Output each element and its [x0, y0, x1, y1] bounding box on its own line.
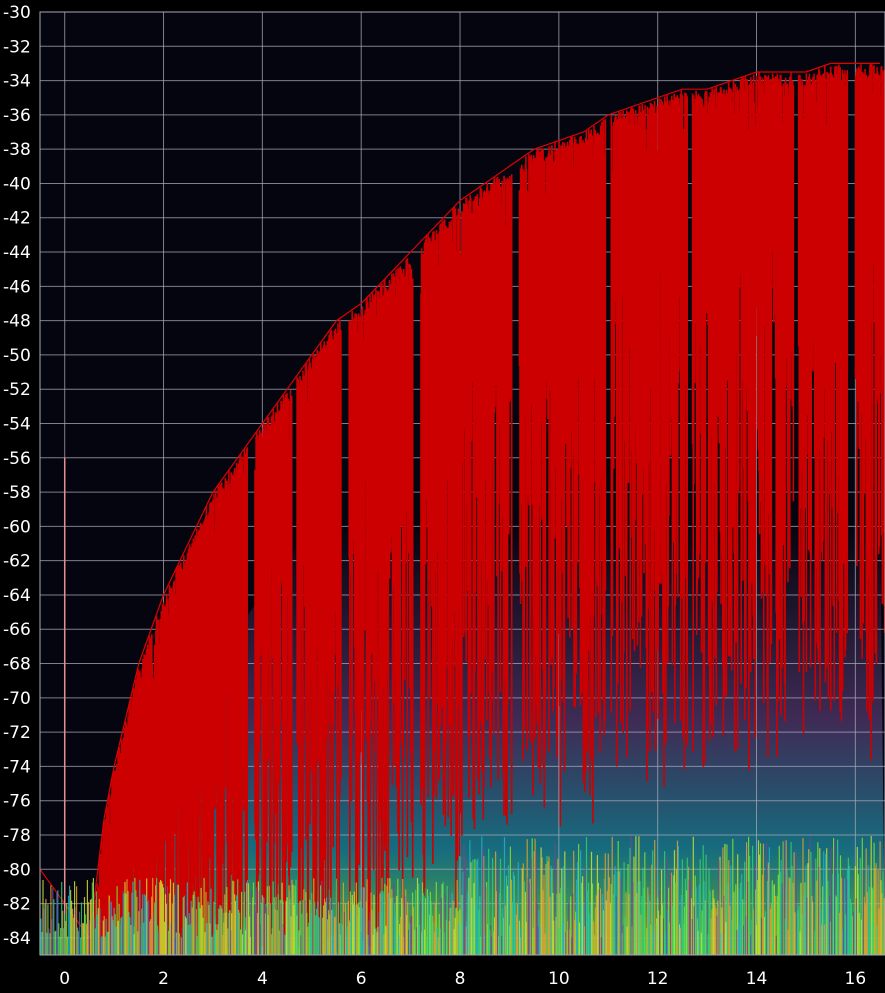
- x-tick-label: 2: [158, 969, 169, 989]
- y-tick-label: -82: [3, 895, 31, 915]
- y-tick-label: -60: [3, 517, 31, 537]
- y-tick-label: -50: [3, 346, 31, 366]
- y-tick-label: -78: [3, 826, 31, 846]
- x-tick-label: 8: [455, 969, 466, 989]
- y-tick-label: -30: [3, 3, 31, 23]
- y-tick-label: -46: [3, 277, 31, 297]
- y-tick-label: -34: [3, 72, 31, 92]
- y-tick-label: -74: [3, 757, 31, 777]
- y-tick-label: -58: [3, 483, 31, 503]
- y-tick-label: -44: [3, 243, 31, 263]
- x-tick-label: 4: [257, 969, 268, 989]
- y-tick-label: -48: [3, 312, 31, 332]
- y-tick-label: -54: [3, 414, 31, 434]
- x-tick-label: 14: [746, 969, 768, 989]
- y-tick-label: -42: [3, 209, 31, 229]
- y-tick-label: -56: [3, 449, 31, 469]
- y-tick-label: -68: [3, 655, 31, 675]
- x-tick-label: 10: [548, 969, 570, 989]
- y-tick-label: -76: [3, 792, 31, 812]
- spectrum-chart: -30 -32 -34 -36 -38 -40 -42 -44 -46 -48 -50 -52 -54 -…: [3, 3, 885, 989]
- y-tick-label: -62: [3, 552, 31, 572]
- x-tick-label: 12: [647, 969, 669, 989]
- x-tick-label: 16: [845, 969, 867, 989]
- y-tick-label: -52: [3, 380, 31, 400]
- y-tick-label: -40: [3, 174, 31, 194]
- y-tick-label: -84: [3, 929, 31, 949]
- x-tick-label: 6: [356, 969, 367, 989]
- y-tick-label: -66: [3, 620, 31, 640]
- y-tick-label: -38: [3, 140, 31, 160]
- y-tick-label: -36: [3, 106, 31, 126]
- y-tick-label: -70: [3, 689, 31, 709]
- y-tick-label: -64: [3, 586, 31, 606]
- y-tick-label: -80: [3, 860, 31, 880]
- y-tick-label: -72: [3, 723, 31, 743]
- x-tick-label: 0: [59, 969, 70, 989]
- y-tick-label: -32: [3, 37, 31, 57]
